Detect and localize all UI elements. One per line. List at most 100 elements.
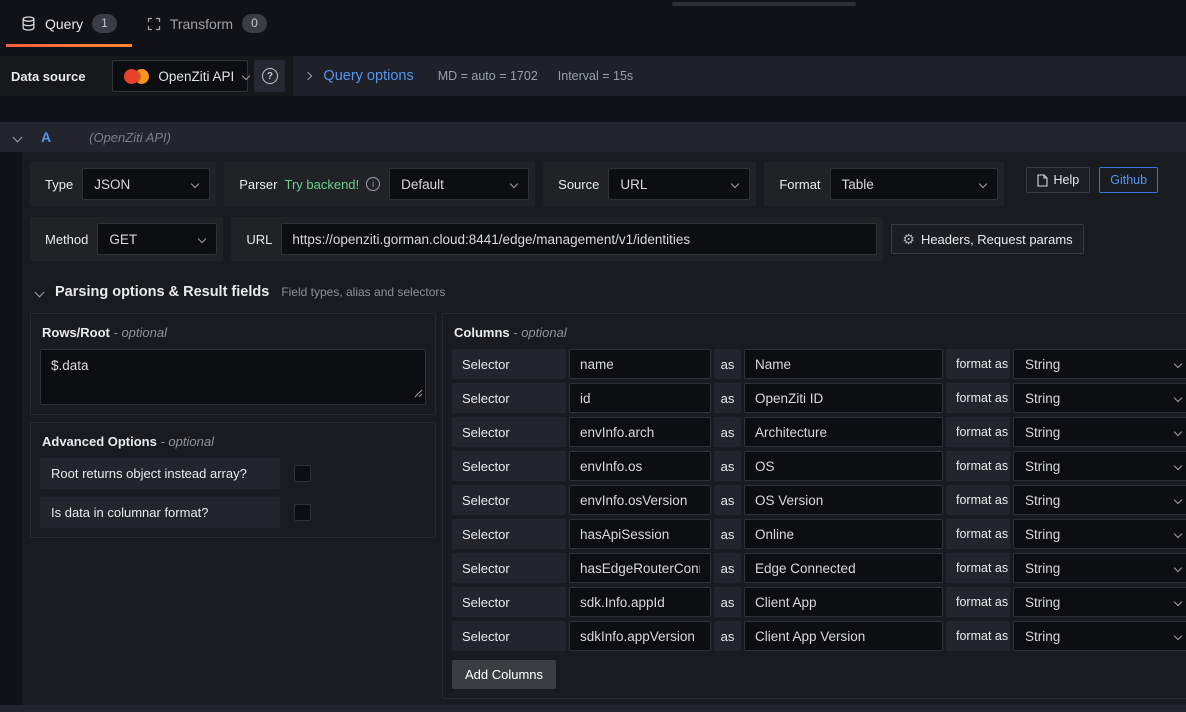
as-label: as (714, 553, 741, 583)
selector-input[interactable] (569, 417, 711, 447)
selector-input[interactable] (569, 349, 711, 379)
format-label: Format (770, 177, 829, 192)
column-row: Selector as format as String (452, 587, 1186, 617)
selector-label: Selector (452, 349, 566, 379)
rows-root-panel: Rows/Root - optional $.data (30, 313, 436, 415)
query-ref-id: A (41, 129, 51, 145)
format-as-label: format as (946, 621, 1010, 651)
query-datasource-hint: (OpenZiti API) (89, 130, 171, 145)
datasource-picker[interactable]: OpenZiti API (112, 60, 248, 92)
root-returns-object-checkbox[interactable] (294, 465, 311, 482)
column-format-value: String (1025, 493, 1060, 508)
collapse-chevron-icon (13, 132, 23, 142)
angle-right-icon (304, 72, 312, 80)
selector-input[interactable] (569, 519, 711, 549)
source-label: Source (549, 177, 608, 192)
interval: Interval = 15s (558, 69, 633, 83)
rows-root-input[interactable]: $.data (40, 349, 426, 405)
alias-input[interactable] (744, 451, 943, 481)
column-format-select[interactable]: String (1013, 519, 1186, 549)
chevron-down-icon (1174, 598, 1182, 606)
column-format-select[interactable]: String (1013, 587, 1186, 617)
alias-input[interactable] (744, 485, 943, 515)
format-select[interactable]: Table (830, 168, 998, 200)
query-editor-body: Type JSON Parser Try backend! i Default (22, 152, 1186, 712)
chevron-down-icon (510, 180, 518, 188)
editor-row-2: Method GET URL ⚙ Headers, Request params (30, 217, 1166, 261)
help-button[interactable]: Help (1026, 167, 1091, 193)
column-format-select[interactable]: String (1013, 553, 1186, 583)
column-format-value: String (1025, 357, 1060, 372)
selector-input[interactable] (569, 587, 711, 617)
type-select[interactable]: JSON (82, 168, 210, 200)
query-options-toggle[interactable]: Query options (323, 68, 413, 84)
alias-input[interactable] (744, 621, 943, 651)
column-row: Selector as format as String (452, 383, 1186, 413)
selector-input[interactable] (569, 553, 711, 583)
selector-input[interactable] (569, 451, 711, 481)
format-as-label: format as (946, 349, 1010, 379)
selector-label: Selector (452, 621, 566, 651)
chevron-down-icon (1174, 394, 1182, 402)
type-label: Type (36, 177, 82, 192)
left-column: Rows/Root - optional $.data Advanced Opt… (30, 313, 436, 538)
parsing-section-header[interactable]: Parsing options & Result fields Field ty… (36, 284, 1166, 300)
column-row: Selector as format as String (452, 451, 1186, 481)
format-as-label: format as (946, 383, 1010, 413)
format-value: Table (842, 177, 874, 192)
root-returns-object-label: Root returns object instead array? (40, 458, 280, 489)
column-format-value: String (1025, 527, 1060, 542)
selector-label: Selector (452, 451, 566, 481)
columnar-format-label: Is data in columnar format? (40, 497, 280, 528)
tab-query[interactable]: Query 1 (6, 0, 132, 47)
headers-request-params-button[interactable]: ⚙ Headers, Request params (891, 224, 1083, 254)
as-label: as (714, 485, 741, 515)
url-input[interactable] (281, 223, 877, 255)
rows-root-label: Rows/Root - optional (42, 325, 426, 340)
chevron-down-icon (1174, 632, 1182, 640)
source-select[interactable]: URL (608, 168, 750, 200)
selector-input[interactable] (569, 383, 711, 413)
alias-input[interactable] (744, 417, 943, 447)
as-label: as (714, 451, 741, 481)
query-row-header[interactable]: A (OpenZiti API) (0, 122, 1186, 152)
column-format-value: String (1025, 391, 1060, 406)
column-format-select[interactable]: String (1013, 485, 1186, 515)
selector-input[interactable] (569, 485, 711, 515)
chevron-down-icon (1174, 462, 1182, 470)
column-row: Selector as format as String (452, 621, 1186, 651)
format-as-label: format as (946, 451, 1010, 481)
chevron-down-icon (978, 180, 986, 188)
method-value: GET (109, 232, 137, 247)
tab-transform[interactable]: Transform 0 (132, 0, 282, 47)
column-format-select[interactable]: String (1013, 451, 1186, 481)
method-select[interactable]: GET (97, 223, 217, 255)
column-format-select[interactable]: String (1013, 621, 1186, 651)
info-circle-icon[interactable]: i (366, 177, 380, 191)
alias-input[interactable] (744, 553, 943, 583)
selector-input[interactable] (569, 621, 711, 651)
chevron-down-icon (242, 72, 250, 80)
column-format-select[interactable]: String (1013, 349, 1186, 379)
alias-input[interactable] (744, 519, 943, 549)
github-button[interactable]: Github (1099, 167, 1158, 193)
advanced-options-label: Advanced Options - optional (42, 434, 426, 449)
column-row: Selector as format as String (452, 519, 1186, 549)
try-backend-hint: Try backend! (284, 177, 359, 192)
alias-input[interactable] (744, 383, 943, 413)
alias-input[interactable] (744, 349, 943, 379)
alias-input[interactable] (744, 587, 943, 617)
columnar-format-checkbox[interactable] (294, 504, 311, 521)
column-format-select[interactable]: String (1013, 417, 1186, 447)
parser-select[interactable]: Default (389, 168, 529, 200)
column-format-select[interactable]: String (1013, 383, 1186, 413)
panel-resize-handle[interactable] (672, 2, 856, 6)
openziti-logo (124, 69, 149, 84)
column-format-value: String (1025, 425, 1060, 440)
parser-label: Parser Try backend! i (230, 177, 389, 192)
datasource-help-button[interactable]: ? (254, 60, 285, 92)
add-columns-button[interactable]: Add Columns (452, 660, 556, 689)
chevron-down-icon (191, 180, 199, 188)
url-group: URL (231, 217, 883, 261)
editor-tabbar: Query 1 Transform 0 (0, 0, 1186, 47)
